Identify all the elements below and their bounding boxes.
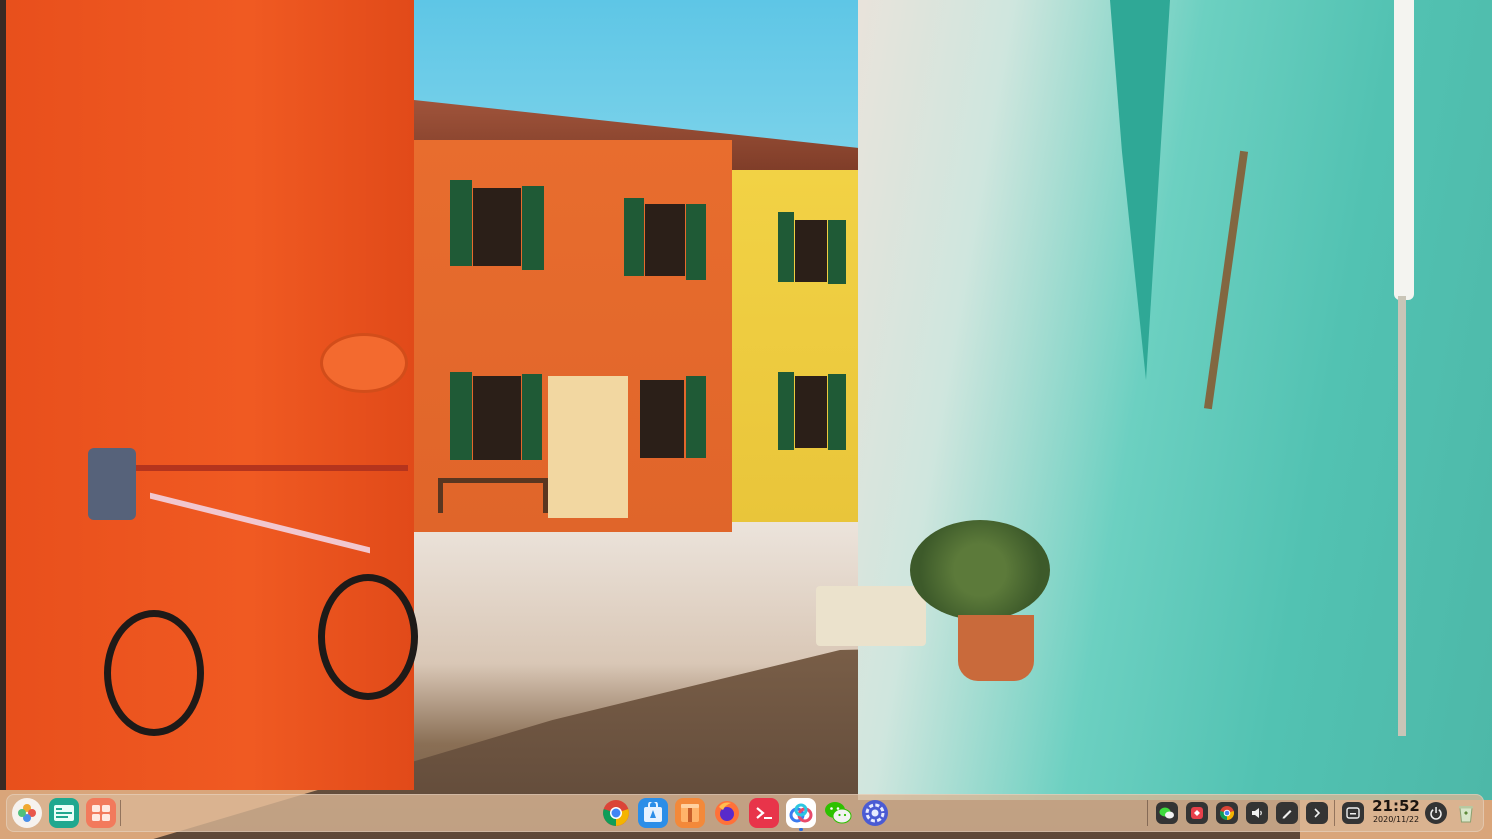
wechat-tray-icon [1159, 807, 1174, 819]
firefox-icon [715, 801, 739, 825]
multitask-view-button[interactable] [49, 798, 79, 828]
hanging-cloth [88, 448, 136, 520]
launcher-icon [18, 804, 36, 822]
settings-icon [862, 800, 888, 826]
expand-tray-button[interactable] [1306, 802, 1328, 824]
tray-separator [1147, 800, 1148, 826]
desktop-wallpaper [0, 0, 1492, 839]
workspace-button[interactable] [86, 798, 116, 828]
trash-button[interactable] [1455, 802, 1477, 824]
cloud-icon [789, 803, 813, 823]
notification-button[interactable] [1342, 802, 1364, 824]
power-icon [1430, 807, 1442, 820]
shutter [450, 372, 472, 460]
app-store-app[interactable] [638, 798, 668, 828]
conduit [1398, 296, 1406, 736]
power-button[interactable] [1425, 802, 1447, 824]
bench [438, 478, 548, 513]
flowering-plant [910, 520, 1050, 620]
window [795, 220, 827, 282]
archive-manager-app[interactable] [675, 798, 705, 828]
curtained-door [548, 376, 628, 518]
wall-edge [0, 0, 6, 790]
window [473, 188, 521, 266]
screenshot-button[interactable] [1276, 802, 1298, 824]
shutter [828, 220, 846, 284]
window [645, 204, 685, 276]
shutter [778, 372, 794, 450]
shutter [686, 376, 706, 458]
shutter [828, 374, 846, 450]
app-store-icon [644, 802, 662, 822]
active-indicator [799, 828, 803, 831]
flower-pot [958, 615, 1034, 681]
archive-icon [681, 804, 699, 822]
trash-icon [1459, 806, 1473, 823]
launcher-button[interactable] [12, 798, 42, 828]
shutter [522, 186, 544, 270]
chrome-tray-icon [1220, 806, 1234, 820]
wps-icon [1191, 807, 1203, 819]
chrome-app[interactable] [601, 798, 631, 828]
firefox-app[interactable] [712, 798, 742, 828]
volume-button[interactable] [1246, 802, 1268, 824]
chrome-icon [603, 800, 629, 826]
window [640, 380, 684, 458]
wechat-app[interactable] [823, 798, 853, 828]
buoy [320, 333, 408, 393]
pen-icon [1282, 810, 1292, 819]
notification-icon [1346, 807, 1360, 819]
baidu-netdisk-app[interactable] [786, 798, 816, 831]
chevron-right-icon [1314, 808, 1321, 818]
taskbar-dock: 21:52 2020/11/22 [6, 794, 1484, 832]
drain-pipe [1394, 0, 1414, 300]
shutter [624, 198, 644, 276]
shutter [686, 204, 706, 280]
window [473, 376, 521, 460]
dock-separator [120, 800, 121, 826]
control-center-app[interactable] [860, 798, 890, 828]
clock[interactable]: 21:52 2020/11/22 [1366, 797, 1426, 825]
shutter [450, 180, 472, 266]
tray-separator [1334, 800, 1335, 826]
volume-icon [1252, 808, 1262, 818]
terminal-icon [756, 807, 772, 819]
wechat-tray-button[interactable] [1156, 802, 1178, 824]
wps-tray-button[interactable] [1186, 802, 1208, 824]
wall-rail [128, 465, 408, 471]
clock-time: 21:52 [1372, 797, 1420, 815]
clock-date: 2020/11/22 [1372, 815, 1420, 824]
chrome-tray-button[interactable] [1216, 802, 1238, 824]
shutter [522, 374, 542, 460]
terminal-app[interactable] [749, 798, 779, 828]
workspace-icon [92, 805, 110, 821]
multitask-view-icon [54, 805, 74, 821]
shutter [778, 212, 794, 282]
bike-wheel [104, 610, 204, 736]
window [795, 376, 827, 448]
planter [816, 586, 926, 646]
wechat-icon [825, 802, 852, 824]
